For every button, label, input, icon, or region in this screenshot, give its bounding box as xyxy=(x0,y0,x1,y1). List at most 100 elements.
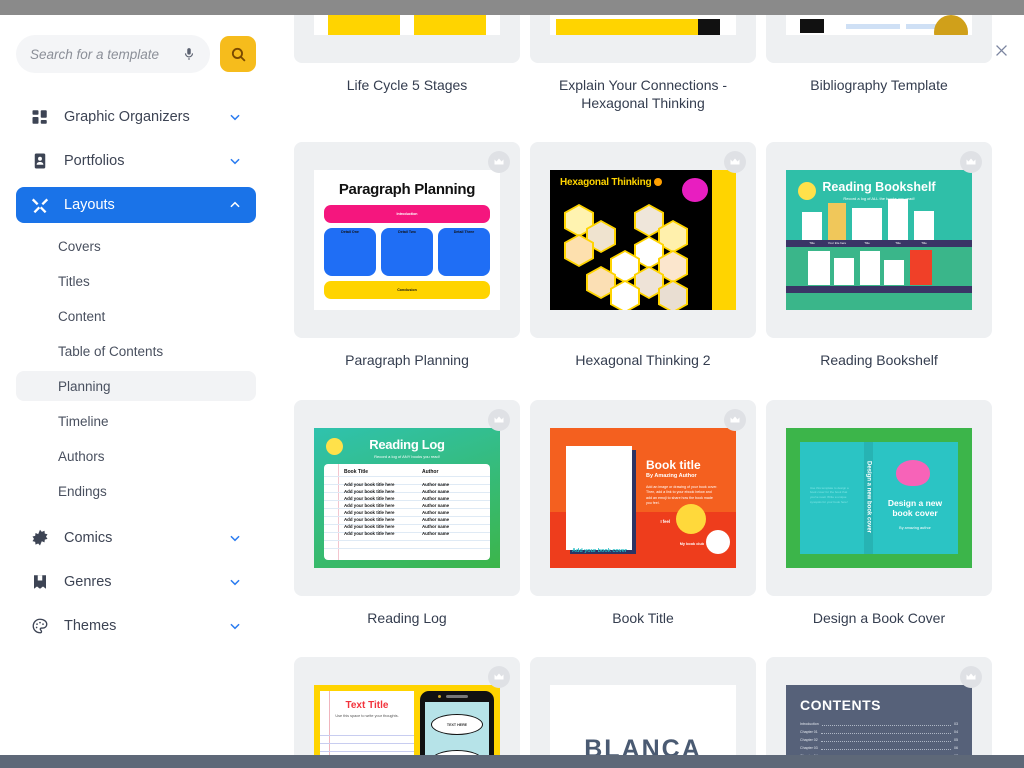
template-card[interactable]: Reading Log Record a log of ANY books yo… xyxy=(294,399,520,648)
bibliography-preview xyxy=(786,15,972,35)
sidebar-subitem-endings[interactable]: Endings xyxy=(16,476,256,506)
template-card[interactable]: Reading Bookshelf Record a log of ALL th… xyxy=(766,142,992,390)
preview-subtitle: Use this space to write your thoughts. xyxy=(335,714,399,718)
template-thumbnail[interactable]: Hexagonal Thinking xyxy=(530,142,756,338)
book-cover-placeholder xyxy=(566,445,632,550)
template-card[interactable]: Hexagonal Thinking Hexagonal Thinking 2 xyxy=(530,142,756,390)
template-thumbnail[interactable] xyxy=(294,15,520,63)
template-thumbnail[interactable]: Use this template to design a book cover… xyxy=(766,399,992,596)
preview-subtitle: Record a log of ANY books you read! xyxy=(374,453,440,459)
preview-title: Design a new book cover xyxy=(876,498,954,519)
template-card[interactable]: Add your book cover Book title By Amazin… xyxy=(530,399,756,648)
subitem-label: Endings xyxy=(58,483,107,499)
preview-heading: Paragraph Planning xyxy=(338,181,476,198)
subitem-label: Timeline xyxy=(58,413,109,429)
sidebar-item-layouts[interactable]: Layouts xyxy=(16,187,256,223)
sidebar-item-genres[interactable]: Genres xyxy=(16,564,256,600)
row-title: Add your book title here xyxy=(344,495,395,501)
preview-heading: Reading Log xyxy=(369,436,445,452)
template-card[interactable]: Explain Your Connections - Hexagonal Thi… xyxy=(530,15,756,132)
sidebar-item-comics[interactable]: Comics xyxy=(16,520,256,556)
template-thumbnail[interactable] xyxy=(530,15,756,63)
template-thumbnail[interactable]: Reading Bookshelf Record a log of ALL th… xyxy=(766,142,992,338)
sidebar-item-label: Graphic Organizers xyxy=(64,109,190,125)
template-card[interactable]: Life Cycle 5 Stages xyxy=(294,15,520,132)
preview-heading: CONTENTS xyxy=(800,697,881,713)
template-card[interactable]: BLANCA By Author Name xyxy=(530,657,756,755)
row-author: Author name xyxy=(422,530,450,536)
sidebar-subitem-table-of-contents[interactable]: Table of Contents xyxy=(16,336,256,366)
shelf-label: Title xyxy=(921,241,927,245)
preview-subtitle: Record a log of ALL the books you read! xyxy=(843,196,915,201)
search-placeholder: Search for a template xyxy=(30,46,160,62)
template-card-title: Design a Book Cover xyxy=(812,609,946,626)
template-thumbnail[interactable]: Reading Log Record a log of ANY books yo… xyxy=(294,399,520,596)
lifecycle-preview xyxy=(314,15,500,35)
template-gallery: Life Cycle 5 Stages Explain Your Connect… xyxy=(272,15,1024,755)
sidebar-item-portfolios[interactable]: Portfolios xyxy=(16,143,256,179)
heart-eyes-emoji-icon xyxy=(676,503,706,534)
sidebar-item-graphic-organizers[interactable]: Graphic Organizers xyxy=(16,99,256,135)
microphone-icon[interactable] xyxy=(182,45,196,63)
search-row: Search for a template xyxy=(16,35,256,73)
row-title: Add your book title here xyxy=(344,481,395,487)
chevron-down-icon xyxy=(228,110,242,124)
template-thumbnail[interactable]: Add your book cover Book title By Amazin… xyxy=(530,399,756,596)
template-thumbnail[interactable]: BLANCA By Author Name xyxy=(530,657,756,755)
preview-title-line2: book cover xyxy=(892,508,938,519)
template-card[interactable]: Text Title Use this space to write your … xyxy=(294,657,520,755)
book-icon xyxy=(30,572,50,592)
sidebar-subitem-titles[interactable]: Titles xyxy=(16,266,256,296)
template-card-title: Book Title xyxy=(612,609,674,626)
preview-body: Add an image or drawing of your book cov… xyxy=(646,484,718,506)
template-card-title: Reading Log xyxy=(367,609,447,626)
hexagonal-thinking-preview: Hexagonal Thinking xyxy=(550,170,736,310)
template-card-title: Reading Bookshelf xyxy=(820,352,938,368)
toc-label: Chapter 01 xyxy=(800,730,818,734)
search-button[interactable] xyxy=(220,36,256,72)
preview-detail-block: Detail Three xyxy=(438,228,490,276)
template-thumbnail[interactable]: Text Title Use this space to write your … xyxy=(294,657,520,755)
sidebar-subitem-authors[interactable]: Authors xyxy=(16,441,256,471)
template-thumbnail[interactable]: Paragraph Planning Introduction Detail O… xyxy=(294,142,520,338)
sidebar-item-themes[interactable]: Themes xyxy=(16,608,256,644)
grid-organizer-icon xyxy=(30,107,50,127)
toc-row: Introduction 03 xyxy=(800,722,958,726)
toc-row: Chapter 02 05 xyxy=(800,738,958,742)
template-grid: Life Cycle 5 Stages Explain Your Connect… xyxy=(294,15,1006,755)
search-input[interactable]: Search for a template xyxy=(16,35,210,73)
shelf-label: Title xyxy=(864,241,870,245)
compass-icon xyxy=(706,529,730,554)
sidebar-subitem-planning[interactable]: Planning xyxy=(16,371,256,401)
template-card[interactable]: Bibliography Template xyxy=(766,15,992,132)
template-thumbnail[interactable] xyxy=(766,15,992,63)
template-card[interactable]: Paragraph Planning Introduction Detail O… xyxy=(294,142,520,390)
book-title-preview: Add your book cover Book title By Amazin… xyxy=(550,427,736,568)
shelf-label: Title xyxy=(895,241,901,245)
subitem-label: Table of Contents xyxy=(58,343,164,359)
preview-detail-label: Detail Three xyxy=(453,230,475,234)
close-icon[interactable] xyxy=(988,37,1014,63)
row-author: Author name xyxy=(422,481,450,487)
speech-bubble: TEXT HERE xyxy=(431,714,483,735)
sidebar-subitem-content[interactable]: Content xyxy=(16,301,256,331)
row-title: Add your book title here xyxy=(344,509,395,515)
crown-icon xyxy=(960,666,982,688)
preview-conclusion-block: Conclusion xyxy=(324,281,490,299)
template-card[interactable]: Use this template to design a book cover… xyxy=(766,399,992,648)
preview-back-text: Use this template to design a book cover… xyxy=(810,485,849,504)
subitem-label: Covers xyxy=(58,238,101,254)
crown-icon xyxy=(488,408,510,431)
template-thumbnail[interactable]: CONTENTS Introduction 03 Chapter 01 04 Cha… xyxy=(766,657,992,755)
row-author: Author name xyxy=(422,495,450,501)
preview-bubble xyxy=(682,178,708,202)
toc-page: 05 xyxy=(954,738,958,742)
row-author: Author name xyxy=(422,502,450,508)
crown-icon xyxy=(724,408,746,431)
sidebar-subitem-timeline[interactable]: Timeline xyxy=(16,406,256,436)
row-title: Add your book title here xyxy=(344,488,395,494)
sidebar-subitem-covers[interactable]: Covers xyxy=(16,231,256,261)
preview-detail-label: Detail Two xyxy=(398,230,416,234)
preview-heading: Text Title xyxy=(345,700,389,711)
template-card[interactable]: CONTENTS Introduction 03 Chapter 01 04 Cha… xyxy=(766,657,992,755)
